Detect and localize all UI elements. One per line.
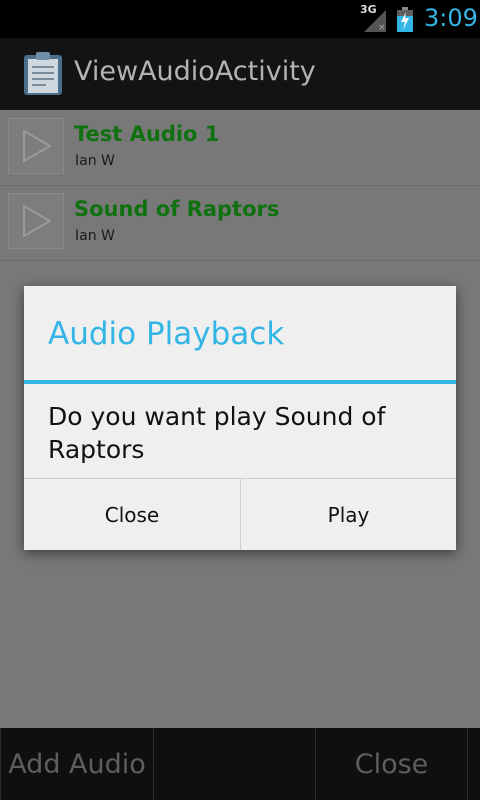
close-button[interactable]: Close — [315, 728, 467, 800]
dialog-button-row: Close Play — [24, 478, 456, 550]
dialog-message: Do you want play Sound of Raptors — [48, 402, 386, 464]
status-clock: 3:09 — [424, 4, 478, 32]
dialog-title: Audio Playback — [48, 316, 285, 352]
add-audio-label: Add Audio — [8, 748, 146, 780]
network-type-label: 3G — [360, 3, 377, 16]
play-button[interactable] — [8, 193, 64, 249]
empty-button-slot — [153, 728, 315, 800]
empty-button-slot — [467, 728, 480, 800]
dialog-play-label: Play — [327, 502, 370, 527]
page-title: ViewAudioActivity — [74, 56, 316, 87]
bottom-button-bar: Add Audio Close — [0, 728, 480, 800]
play-icon — [23, 129, 52, 163]
item-author: Ian W — [75, 228, 115, 244]
status-bar: × 3G 3:09 — [0, 0, 480, 38]
battery-charging-icon — [397, 7, 413, 32]
audio-playback-dialog: Audio Playback Do you want play Sound of… — [24, 286, 456, 550]
play-icon — [23, 204, 52, 238]
list-item[interactable]: Test Audio 1 Ian W — [0, 110, 480, 186]
item-author: Ian W — [75, 153, 115, 169]
dialog-close-button[interactable]: Close — [24, 479, 240, 550]
dialog-close-label: Close — [104, 502, 160, 527]
add-audio-button[interactable]: Add Audio — [0, 728, 153, 800]
item-title: Sound of Raptors — [74, 197, 280, 221]
item-title: Test Audio 1 — [74, 122, 220, 146]
close-label: Close — [354, 748, 429, 780]
list-item[interactable]: Sound of Raptors Ian W — [0, 185, 480, 261]
clipboard-icon — [24, 52, 62, 95]
dialog-title-divider — [24, 380, 456, 384]
play-button[interactable] — [8, 118, 64, 174]
dialog-play-button[interactable]: Play — [240, 479, 456, 550]
action-bar: ViewAudioActivity — [0, 38, 480, 110]
svg-text:×: × — [378, 23, 386, 33]
